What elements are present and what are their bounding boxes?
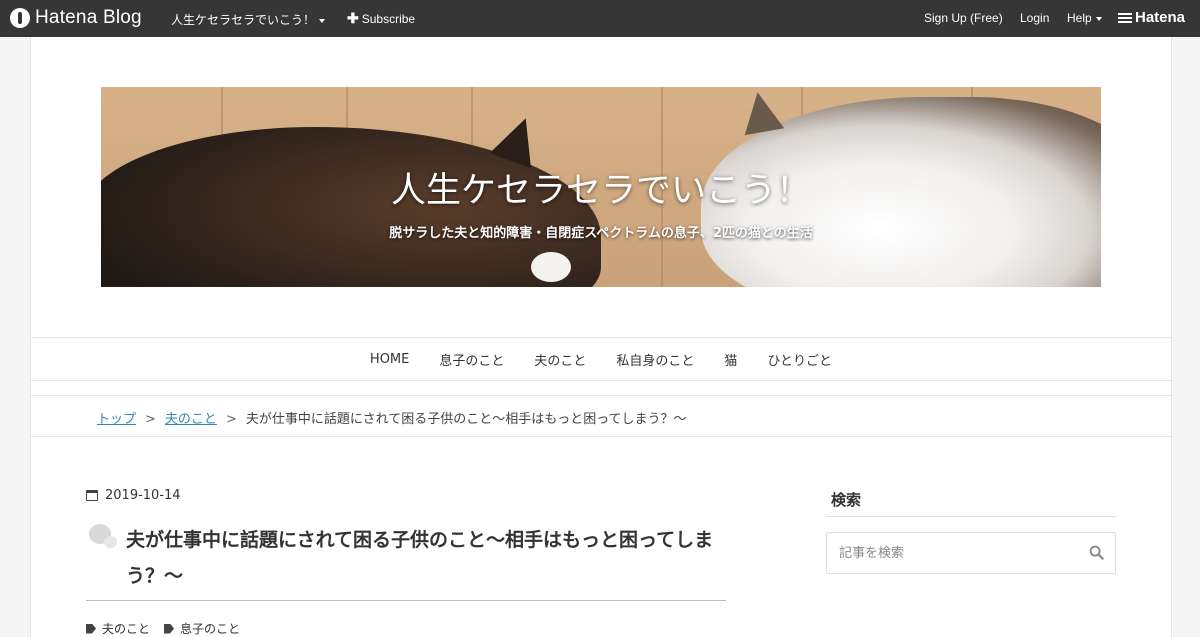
help-menu[interactable]: Help <box>1067 11 1102 25</box>
search-heading: 検索 <box>831 491 862 509</box>
breadcrumb-top-link[interactable]: トップ <box>97 412 136 427</box>
blog-container: 人生ケセラセラでいこう！ 脱サラした夫と知的障害・自閉症スペクトラムの息子、2匹… <box>30 37 1172 637</box>
divider <box>31 380 1171 396</box>
cat-ear <box>737 88 785 136</box>
help-label: Help <box>1067 11 1092 25</box>
subscribe-button[interactable]: ✚ Subscribe <box>347 10 415 27</box>
search-icon[interactable] <box>1089 545 1104 560</box>
brand-label: Hatena Blog <box>35 7 142 28</box>
hatena-blog-logo[interactable]: Hatena Blog <box>10 7 142 29</box>
title-divider <box>86 600 726 601</box>
breadcrumb-category-link[interactable]: 夫のこと <box>165 412 217 427</box>
entry-date-label: 2019-10-14 <box>105 488 181 503</box>
chevron-down-icon <box>1095 16 1102 21</box>
chevron-down-icon <box>319 18 326 23</box>
entry-title[interactable]: 夫が仕事中に話題にされて困る子供のこと～相手はもっと困ってしまう？～ <box>126 522 726 594</box>
speech-bubble-icon <box>89 524 119 550</box>
signup-link[interactable]: Sign Up (Free) <box>924 11 1003 25</box>
calendar-icon <box>86 490 98 501</box>
nav-item-home[interactable]: HOME <box>355 352 424 367</box>
blog-title[interactable]: 人生ケセラセラでいこう！ <box>101 162 1101 213</box>
hatena-link[interactable]: Hatena <box>1118 9 1185 26</box>
hatena-topbar: Hatena Blog 人生ケセラセラでいこう！ ✚ Subscribe Sign… <box>0 0 1200 37</box>
nav-item-son[interactable]: 息子のこと <box>424 350 519 369</box>
category-link[interactable]: 息子のこと <box>164 620 240 637</box>
blog-description: 脱サラした夫と知的障害・自閉症スペクトラムの息子、2匹の猫との生活 <box>389 226 813 241</box>
category-label: 息子のこと <box>180 622 241 636</box>
breadcrumb-separator: > <box>145 412 156 427</box>
tag-icon <box>86 623 96 634</box>
sidebar-search-title: 検索 <box>826 489 1116 517</box>
breadcrumb-separator: > <box>225 412 237 427</box>
nav-item-husband[interactable]: 夫のこと <box>519 350 601 369</box>
blog-name-label: 人生ケセラセラでいこう！ <box>171 13 316 27</box>
plus-icon: ✚ <box>347 10 359 26</box>
entry-date[interactable]: 2019-10-14 <box>86 488 181 503</box>
hatena-logo-icon <box>10 8 30 28</box>
category-label: 夫のこと <box>102 622 151 636</box>
cat-paw <box>531 252 571 282</box>
breadcrumb-current: 夫が仕事中に話題にされて困る子供のこと～相手はもっと困ってしまう？～ <box>245 412 687 427</box>
search-input[interactable] <box>837 541 1071 565</box>
tag-icon <box>164 623 175 634</box>
breadcrumb: トップ > 夫のこと > 夫が仕事中に話題にされて困る子供のこと～相手はもっと困ってしま… <box>31 396 1171 437</box>
nav-item-myself[interactable]: 私自身のこと <box>601 350 709 369</box>
hatena-mark-icon <box>1118 11 1132 25</box>
search-form <box>826 532 1116 574</box>
login-link[interactable]: Login <box>1020 11 1049 25</box>
blog-name-menu[interactable]: 人生ケセラセラでいこう！ <box>171 11 326 28</box>
hatena-label: Hatena <box>1135 9 1186 26</box>
subscribe-label: Subscribe <box>361 12 416 26</box>
blog-header[interactable]: 人生ケセラセラでいこう！ 脱サラした夫と知的障害・自閉症スペクトラムの息子、2匹… <box>101 87 1101 287</box>
nav-item-cats[interactable]: 猫 <box>709 350 752 369</box>
global-nav: HOME 息子のこと 夫のこと 私自身のこと 猫 ひとりごと <box>31 337 1171 381</box>
nav-item-monologue[interactable]: ひとりごと <box>752 350 847 369</box>
entry-categories: 夫のこと 息子のこと <box>86 620 240 637</box>
category-link[interactable]: 夫のこと <box>86 620 150 637</box>
